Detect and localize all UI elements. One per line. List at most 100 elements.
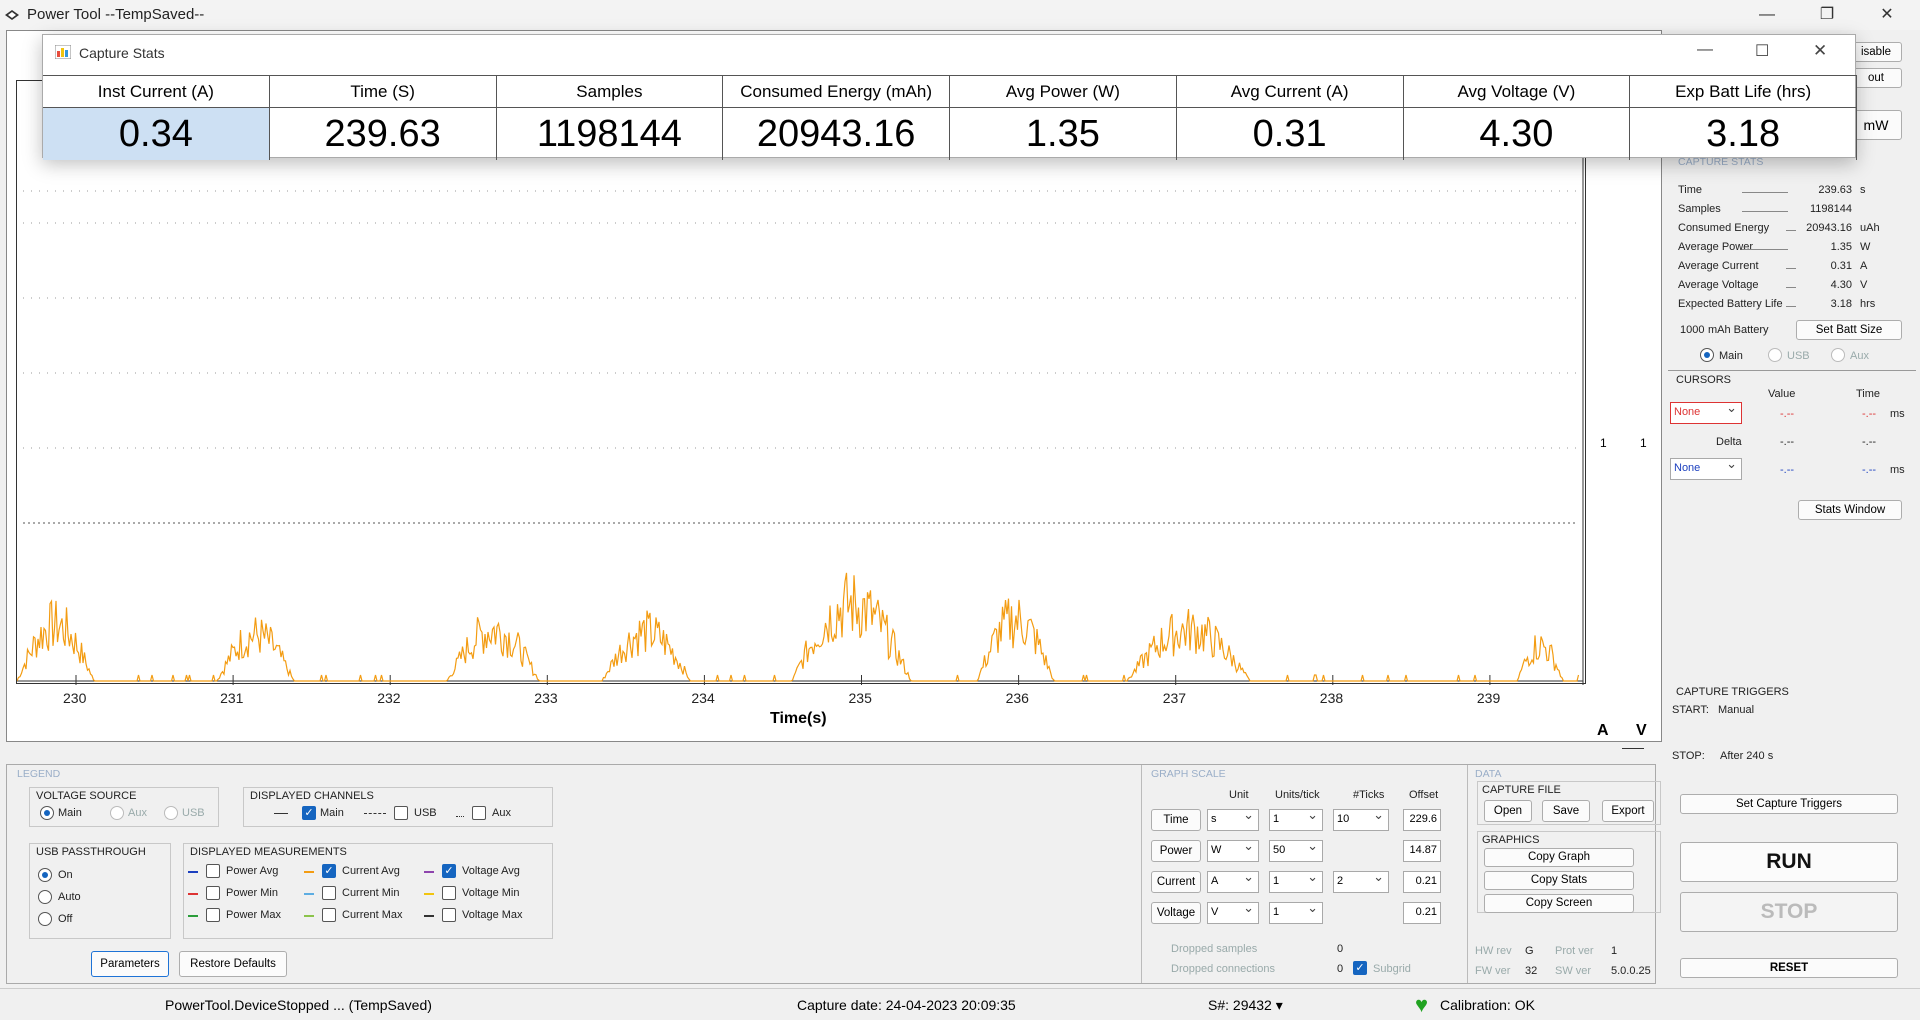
scale-row-label[interactable]: Time	[1151, 809, 1201, 831]
subgrid-label: Subgrid	[1373, 963, 1411, 975]
status-bar: PowerTool.DeviceStopped ... (TempSaved) …	[0, 988, 1920, 1020]
trigger-start-value: Manual	[1718, 704, 1755, 716]
measurement-label: Current Avg	[342, 865, 400, 877]
scale-unit-select[interactable]: V	[1207, 899, 1259, 924]
stats-minimize-icon[interactable]: —	[1697, 41, 1713, 59]
stats-column-value[interactable]: 0.34	[43, 108, 269, 160]
hw-rev-value: G	[1525, 945, 1534, 957]
channel-main-checkbox[interactable]: ✓	[302, 806, 316, 820]
stat-value: 1198144	[1809, 203, 1852, 215]
scale-units-tick-select[interactable]: 1	[1269, 806, 1323, 831]
measurement-checkbox[interactable]	[322, 908, 336, 922]
export-button[interactable]: Export	[1602, 800, 1654, 822]
measurement-label: Voltage Max	[462, 909, 523, 921]
scale-units-tick-select[interactable]: 50	[1269, 837, 1323, 862]
stat-unit: hrs	[1860, 298, 1876, 310]
subgrid-checkbox[interactable]: ✓	[1353, 961, 1367, 975]
stats-close-icon[interactable]: ✕	[1813, 41, 1827, 61]
measurement-checkbox[interactable]	[322, 886, 336, 900]
source-usb-radio[interactable]	[1768, 348, 1782, 362]
measurement-checkbox[interactable]	[206, 886, 220, 900]
set-capture-triggers-button[interactable]: Set Capture Triggers	[1680, 794, 1898, 814]
voltage-source-title: VOLTAGE SOURCE	[36, 790, 137, 802]
capture-stats-window: Capture Stats — ☐ ✕ Inst Current (A) 0.34…	[42, 34, 1857, 160]
measurement-label: Current Min	[342, 887, 400, 899]
x-tick-label: 231	[220, 690, 244, 706]
measurement-checkbox[interactable]	[206, 864, 220, 878]
current-trace	[16, 572, 1580, 682]
copy-graph-button[interactable]: Copy Graph	[1484, 848, 1634, 867]
measurement-color-swatch	[188, 915, 198, 917]
measurement-checkbox[interactable]	[206, 908, 220, 922]
window-title: Power Tool --TempSaved--	[27, 6, 205, 23]
set-batt-size-button[interactable]: Set Batt Size	[1796, 320, 1902, 340]
serial-number[interactable]: S#: 29432 ▾	[1208, 997, 1283, 1014]
x-tick-label: 238	[1319, 690, 1344, 706]
scale-ticks-select[interactable]: 2	[1333, 868, 1389, 893]
reset-button[interactable]: RESET	[1680, 958, 1898, 978]
scale-unit-select[interactable]: A	[1207, 868, 1259, 893]
measurement-checkbox[interactable]: ✓	[442, 864, 456, 878]
measurement-checkbox[interactable]: ✓	[322, 864, 336, 878]
restore-icon[interactable]: ❐	[1804, 2, 1850, 28]
close-icon[interactable]: ✕	[1864, 2, 1910, 28]
run-button[interactable]: RUN	[1680, 842, 1898, 882]
scale-units-tick-select[interactable]: 1	[1269, 899, 1323, 924]
parameters-button[interactable]: Parameters	[91, 951, 169, 977]
scale-ticks-select[interactable]: 10	[1333, 806, 1389, 831]
trigger-start-label: START:	[1672, 704, 1709, 716]
stats-column: Avg Current (A) 0.31	[1176, 76, 1404, 160]
stats-column: Inst Current (A) 0.34	[43, 76, 270, 160]
copy-stats-button[interactable]: Copy Stats	[1484, 871, 1634, 890]
vs-usb-label: USB	[182, 807, 205, 819]
save-button[interactable]: Save	[1542, 800, 1590, 822]
scale-offset-input[interactable]: 14.87	[1403, 840, 1441, 862]
scale-row-label[interactable]: Power	[1151, 840, 1201, 862]
disable-button[interactable]: isable	[1850, 42, 1902, 62]
stats-column-header: Samples	[496, 76, 723, 108]
scale-row-label[interactable]: Voltage	[1151, 902, 1201, 924]
stats-column-header: Consumed Energy (mAh)	[723, 76, 949, 108]
minimize-icon[interactable]: —	[1744, 2, 1790, 28]
scale-unit-select[interactable]: s	[1207, 806, 1259, 831]
source-main-radio[interactable]	[1700, 348, 1714, 362]
stats-column-header: Avg Current (A)	[1176, 76, 1403, 108]
cursor1-select[interactable]: None	[1670, 399, 1742, 424]
source-usb-label: USB	[1787, 350, 1810, 362]
capture-file-title: CAPTURE FILE	[1482, 784, 1561, 796]
graph-canvas[interactable]	[16, 80, 1653, 687]
usb-auto-radio[interactable]	[38, 890, 52, 904]
vs-main-radio[interactable]	[40, 806, 54, 820]
prot-ver-label: Prot ver	[1555, 945, 1594, 957]
scale-offset-input[interactable]: 0.21	[1403, 871, 1441, 893]
stats-window-button[interactable]: Stats Window	[1798, 500, 1902, 520]
measurement-checkbox[interactable]	[442, 886, 456, 900]
restore-defaults-button[interactable]: Restore Defaults	[179, 951, 287, 977]
fw-ver-value: 32	[1525, 965, 1538, 977]
battery-value[interactable]: 1000	[1680, 324, 1704, 336]
unit-toggle-button[interactable]: mW	[1850, 110, 1902, 140]
title-bar: Power Tool --TempSaved-- — ❐ ✕	[0, 0, 1920, 30]
usb-off-radio[interactable]	[38, 912, 52, 926]
channel-usb-checkbox[interactable]	[394, 806, 408, 820]
stats-maximize-icon[interactable]: ☐	[1755, 41, 1769, 61]
stats-column: Avg Power (W) 1.35	[950, 76, 1177, 160]
source-aux-radio[interactable]	[1831, 348, 1845, 362]
channel-aux-checkbox[interactable]	[472, 806, 486, 820]
stats-column-header: Inst Current (A)	[43, 76, 269, 108]
scale-row-label[interactable]: Current	[1151, 871, 1201, 893]
cursor2-select[interactable]: None	[1670, 455, 1742, 480]
cursors-divider	[1668, 370, 1916, 371]
vs-usb-radio[interactable]	[164, 806, 178, 820]
measurement-checkbox[interactable]	[442, 908, 456, 922]
scale-units-tick-select[interactable]: 1	[1269, 868, 1323, 893]
vs-aux-radio[interactable]	[110, 806, 124, 820]
open-button[interactable]: Open	[1484, 800, 1532, 822]
scale-offset-input[interactable]: 229.6	[1403, 809, 1441, 831]
out-button[interactable]: out	[1850, 68, 1902, 88]
stop-button[interactable]: STOP	[1680, 892, 1898, 932]
copy-screen-button[interactable]: Copy Screen	[1484, 894, 1634, 913]
usb-on-radio[interactable]	[38, 868, 52, 882]
scale-offset-input[interactable]: 0.21	[1403, 902, 1441, 924]
scale-unit-select[interactable]: W	[1207, 837, 1259, 862]
